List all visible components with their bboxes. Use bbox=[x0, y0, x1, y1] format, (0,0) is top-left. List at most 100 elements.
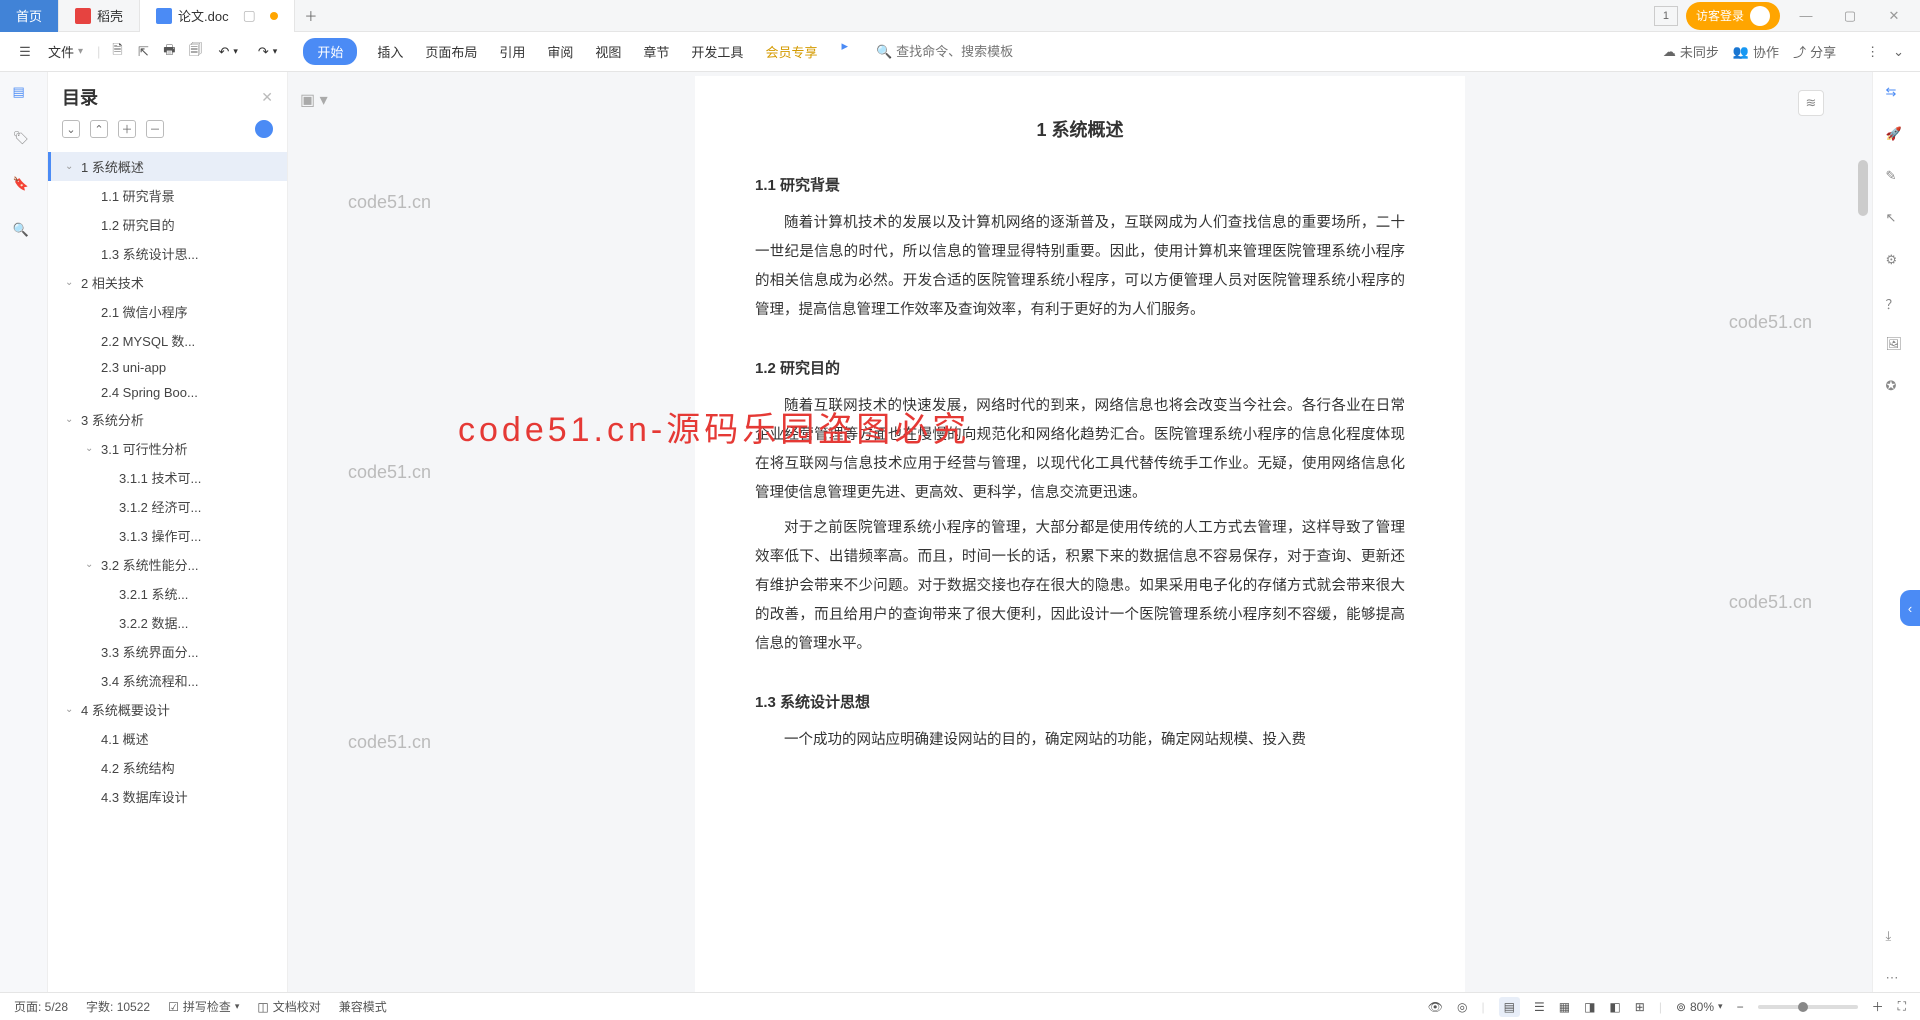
help-icon[interactable]: ？ bbox=[1886, 294, 1908, 316]
fullscreen-button[interactable]: ⛶ bbox=[1898, 999, 1906, 1014]
display-icon[interactable]: ▢ bbox=[243, 7, 256, 24]
view-outline-icon[interactable]: ☰ bbox=[1534, 1000, 1545, 1014]
cursor-icon[interactable]: ↖ bbox=[1886, 210, 1908, 232]
tab-daoke[interactable]: 稻壳 bbox=[59, 0, 140, 32]
tab-add-button[interactable]: ＋ bbox=[295, 0, 327, 32]
search-input-wrap[interactable]: 🔍 bbox=[876, 44, 1056, 60]
toc-item[interactable]: 2.1 微信小程序 bbox=[48, 297, 287, 326]
tag-icon[interactable]: 🏷 bbox=[13, 130, 35, 152]
watermark: code51.cn bbox=[1729, 592, 1812, 613]
file-menu[interactable]: 文件▾ bbox=[42, 38, 89, 65]
save-icon[interactable]: 🗎 bbox=[108, 43, 126, 61]
toc-item[interactable]: 4.2 系统结构 bbox=[48, 753, 287, 782]
share-button[interactable]: ⤴分享 bbox=[1793, 42, 1836, 61]
undo-button[interactable]: ↶▾ bbox=[212, 40, 243, 64]
read-mode-icon[interactable]: 👁 bbox=[1428, 1000, 1443, 1014]
toc-item[interactable]: ⌄1 系统概述 bbox=[48, 152, 287, 181]
image-icon[interactable]: 🖼 bbox=[1886, 336, 1908, 358]
menu-member[interactable]: 会员专享 bbox=[763, 38, 819, 65]
toc-item[interactable]: 3.1.2 经济可... bbox=[48, 492, 287, 521]
export-icon[interactable]: ⇱ bbox=[134, 43, 152, 61]
side-expand-button[interactable]: ‹ bbox=[1900, 590, 1920, 626]
down-icon[interactable]: ⤓ bbox=[1886, 928, 1908, 950]
menu-view[interactable]: 视图 bbox=[593, 38, 623, 65]
print-icon[interactable]: 🖶 bbox=[160, 43, 178, 61]
right-collapse-icon[interactable]: ⇆ bbox=[1886, 84, 1908, 106]
toc-item[interactable]: 3.4 系统流程和... bbox=[48, 666, 287, 695]
ai-button[interactable] bbox=[255, 120, 273, 138]
menu-more-icon[interactable]: ▸ bbox=[841, 38, 848, 65]
toc-item[interactable]: 3.1.1 技术可... bbox=[48, 463, 287, 492]
outline-close-button[interactable]: ✕ bbox=[261, 89, 273, 106]
page-indicator[interactable]: 页面: 5/28 bbox=[14, 998, 68, 1015]
menu-insert[interactable]: 插入 bbox=[375, 38, 405, 65]
toc-item[interactable]: 1.3 系统设计思... bbox=[48, 239, 287, 268]
focus-mode-icon[interactable]: ◎ bbox=[1457, 1000, 1467, 1014]
toc-item[interactable]: 2.2 MYSQL 数... bbox=[48, 326, 287, 355]
toc-item[interactable]: ⌄2 相关技术 bbox=[48, 268, 287, 297]
gear2-icon[interactable]: ✪ bbox=[1886, 378, 1908, 400]
collab-button[interactable]: 👥协作 bbox=[1733, 42, 1779, 61]
menu-chapter[interactable]: 章节 bbox=[641, 38, 671, 65]
more-icon[interactable]: ⋯ bbox=[1886, 970, 1908, 992]
menu-developer[interactable]: 开发工具 bbox=[689, 38, 745, 65]
toc-item[interactable]: 2.4 Spring Boo... bbox=[48, 380, 287, 405]
menu-layout[interactable]: 页面布局 bbox=[423, 38, 479, 65]
expand-all-button[interactable]: ⌄ bbox=[62, 120, 80, 138]
docs-count-icon[interactable]: 1 bbox=[1654, 6, 1678, 26]
view-page-icon[interactable]: ▤ bbox=[1499, 997, 1520, 1017]
kebab-icon[interactable]: ⋮ bbox=[1866, 44, 1879, 60]
menu-start[interactable]: 开始 bbox=[303, 38, 357, 65]
toc-item[interactable]: 1.1 研究背景 bbox=[48, 181, 287, 210]
toc-item[interactable]: ⌄3 系统分析 bbox=[48, 405, 287, 434]
review-button[interactable]: ◫文档校对 bbox=[257, 998, 320, 1015]
pencil-icon[interactable]: ✎ bbox=[1886, 168, 1908, 190]
collapse-all-button[interactable]: ⌃ bbox=[90, 120, 108, 138]
sync-button[interactable]: ☁未同步 bbox=[1663, 42, 1719, 61]
toc-item[interactable]: ⌄3.1 可行性分析 bbox=[48, 434, 287, 463]
maximize-button[interactable]: ▢ bbox=[1832, 0, 1868, 32]
toc-item[interactable]: 4.3 数据库设计 bbox=[48, 782, 287, 811]
promote-button[interactable]: ＋ bbox=[118, 120, 136, 138]
menu-icon[interactable]: ☰ bbox=[16, 43, 34, 61]
zoom-in-button[interactable]: ＋ bbox=[1872, 998, 1884, 1015]
toc-item[interactable]: 2.3 uni-app bbox=[48, 355, 287, 380]
tab-document[interactable]: 论文.doc ▢ bbox=[140, 0, 295, 32]
view-read-icon[interactable]: ◨ bbox=[1584, 1000, 1595, 1014]
close-button[interactable]: ✕ bbox=[1876, 0, 1912, 32]
outline-view-icon[interactable]: ▤ bbox=[13, 84, 35, 106]
view-grid-icon[interactable]: ⊞ bbox=[1635, 1000, 1645, 1014]
toc-item[interactable]: 1.2 研究目的 bbox=[48, 210, 287, 239]
spellcheck-button[interactable]: ☑拼写检查▾ bbox=[168, 998, 239, 1015]
toc-item[interactable]: ⌄3.2 系统性能分... bbox=[48, 550, 287, 579]
rocket-icon[interactable]: 🚀 bbox=[1886, 126, 1908, 148]
menu-references[interactable]: 引用 bbox=[497, 38, 527, 65]
search-input[interactable] bbox=[896, 44, 1056, 59]
demote-button[interactable]: － bbox=[146, 120, 164, 138]
word-count[interactable]: 字数: 10522 bbox=[86, 998, 150, 1015]
toc-item[interactable]: 3.2.2 数据... bbox=[48, 608, 287, 637]
menu-review[interactable]: 审阅 bbox=[545, 38, 575, 65]
guest-login-button[interactable]: 访客登录 bbox=[1686, 2, 1780, 30]
toc-item[interactable]: 3.3 系统界面分... bbox=[48, 637, 287, 666]
view-columns-icon[interactable]: ◧ bbox=[1609, 1000, 1620, 1014]
bookmark-icon[interactable]: 🔖 bbox=[13, 176, 35, 198]
collapse-ribbon-icon[interactable]: ⌄ bbox=[1893, 44, 1904, 60]
zoom-slider[interactable] bbox=[1758, 1005, 1858, 1009]
find-icon[interactable]: 🔍 bbox=[13, 222, 35, 244]
toc-item[interactable]: ⌄4 系统概要设计 bbox=[48, 695, 287, 724]
page-toggle-icon[interactable]: ▣ ▾ bbox=[300, 90, 328, 110]
scrollbar-thumb[interactable] bbox=[1858, 160, 1868, 216]
zoom-out-button[interactable]: − bbox=[1737, 1000, 1744, 1014]
zoom-button[interactable]: ⊚80%▾ bbox=[1676, 1000, 1723, 1014]
view-web-icon[interactable]: ▦ bbox=[1559, 1000, 1570, 1014]
toc-item[interactable]: 4.1 概述 bbox=[48, 724, 287, 753]
toc-item[interactable]: 3.2.1 系统... bbox=[48, 579, 287, 608]
minimize-button[interactable]: — bbox=[1788, 0, 1824, 32]
redo-button[interactable]: ↷▾ bbox=[252, 40, 283, 64]
filter-button[interactable]: ≋ bbox=[1798, 90, 1824, 116]
toc-item[interactable]: 3.1.3 操作可... bbox=[48, 521, 287, 550]
tab-home[interactable]: 首页 bbox=[0, 0, 59, 32]
settings-icon[interactable]: ⚙ bbox=[1886, 252, 1908, 274]
preview-icon[interactable]: 🗐 bbox=[186, 43, 204, 61]
